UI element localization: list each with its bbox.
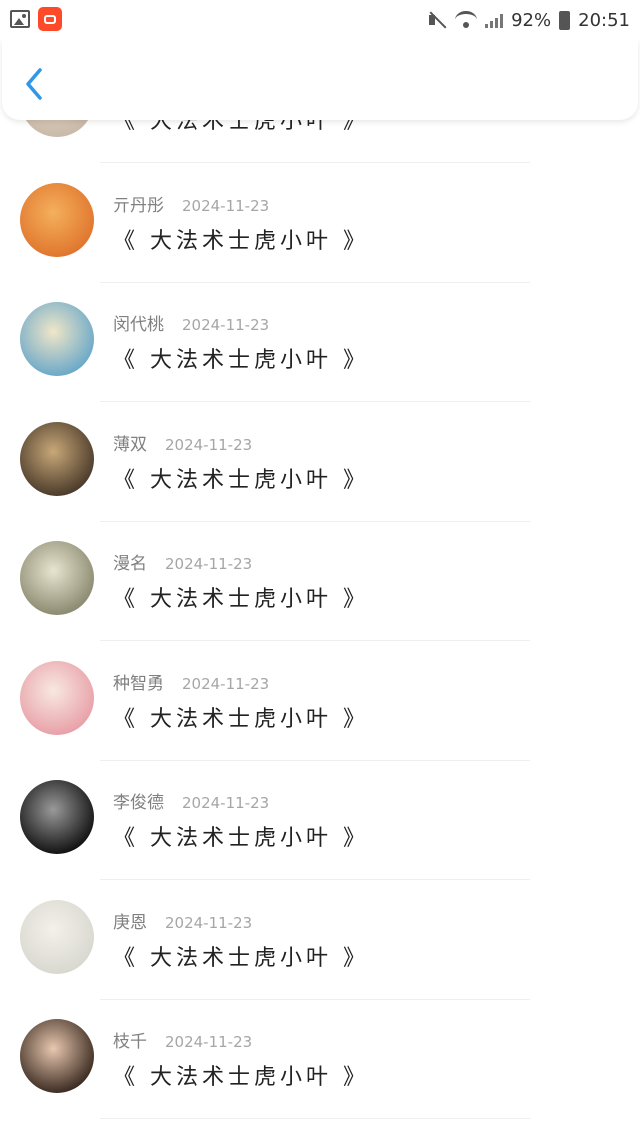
avatar[interactable] [20,541,94,615]
username: 庚恩 [113,912,147,933]
comment-meta: 种智勇 2024-11-23 [113,669,269,694]
username: 枝千 [113,1032,147,1052]
comment-date: 2024-11-23 [182,316,270,334]
comment-item[interactable]: 李俊德 2024-11-23 《 大法术士虎小叶 》 [0,760,640,880]
comment-meta: 枝千 2024-11-23 [113,1027,252,1052]
comment-item[interactable]: 枝千 2024-11-23 《 大法术士虎小叶 》 [0,999,640,1119]
avatar[interactable] [20,1019,94,1093]
username: 种智勇 [113,673,164,694]
back-button[interactable] [18,64,54,104]
notification-icons [10,7,62,31]
avatar[interactable] [20,182,94,257]
avatar[interactable] [20,421,94,496]
comment-item[interactable]: 庚恩 2024-11-23 《 大法术士虎小叶 》 [0,880,640,1000]
chevron-left-icon [26,68,42,100]
avatar[interactable] [20,780,94,854]
username: 漫名 [113,554,147,574]
battery-icon [559,10,571,30]
comment-meta: 李俊德 2024-11-23 [113,788,269,813]
comment-meta: 庚恩 2024-11-23 [113,908,252,933]
status-bar: 92% 20:51 [0,0,640,40]
comment-item[interactable]: 薄双 2024-11-23 《 大法术士虎小叶 》 [0,402,640,522]
comment-text: 《 大法术士虎小叶 》 [113,945,369,971]
system-status: 92% 20:51 [427,6,630,34]
comment-text: 《 大法术士虎小叶 》 [113,228,369,254]
comment-item[interactable]: 漫名 2024-11-23 《 大法术士虎小叶 》 [0,521,640,641]
username: 闵代桃 [113,315,164,335]
comment-text: 《 大法术士虎小叶 》 [113,826,369,851]
comment-date: 2024-11-23 [182,674,270,693]
username: 李俊德 [113,793,164,813]
battery-percent: 92% [511,9,552,31]
top-nav-bar [2,40,638,120]
gallery-icon [10,10,30,28]
comment-date: 2024-11-23 [165,913,253,932]
comment-text: 《 大法术士虎小叶 》 [113,587,369,612]
comment-meta: 闵代桃 2024-11-23 [113,310,269,335]
username: 薄双 [113,434,147,455]
comment-date: 2024-11-23 [165,435,253,454]
avatar[interactable] [20,302,94,376]
signal-icon [485,12,504,28]
app-notification-icon [38,7,62,31]
comment-text: 《 大法术士虎小叶 》 [113,1065,369,1090]
clock: 20:51 [578,9,630,31]
avatar[interactable] [20,899,94,974]
comment-meta: 亓丹彤 2024-11-23 [113,191,269,216]
comment-date: 2024-11-23 [165,1033,253,1051]
mute-icon [427,10,447,30]
comment-date: 2024-11-23 [182,794,270,812]
comment-meta: 薄双 2024-11-23 [113,430,252,455]
username: 亓丹彤 [113,195,164,216]
comment-date: 2024-11-23 [165,555,253,573]
wifi-icon [455,11,478,29]
divider [100,1118,530,1119]
comment-date: 2024-11-23 [182,196,270,215]
comment-item[interactable]: 种智勇 2024-11-23 《 大法术士虎小叶 》 [0,641,640,761]
comment-text: 《 大法术士虎小叶 》 [113,706,369,732]
comment-text: 《 大法术士虎小叶 》 [113,467,369,493]
comment-text: 《 大法术士虎小叶 》 [113,348,369,373]
comment-meta: 漫名 2024-11-23 [113,549,252,574]
comment-item[interactable]: 亓丹彤 2024-11-23 《 大法术士虎小叶 》 [0,163,640,283]
comment-item[interactable]: 闵代桃 2024-11-23 《 大法术士虎小叶 》 [0,282,640,402]
avatar[interactable] [20,660,94,735]
